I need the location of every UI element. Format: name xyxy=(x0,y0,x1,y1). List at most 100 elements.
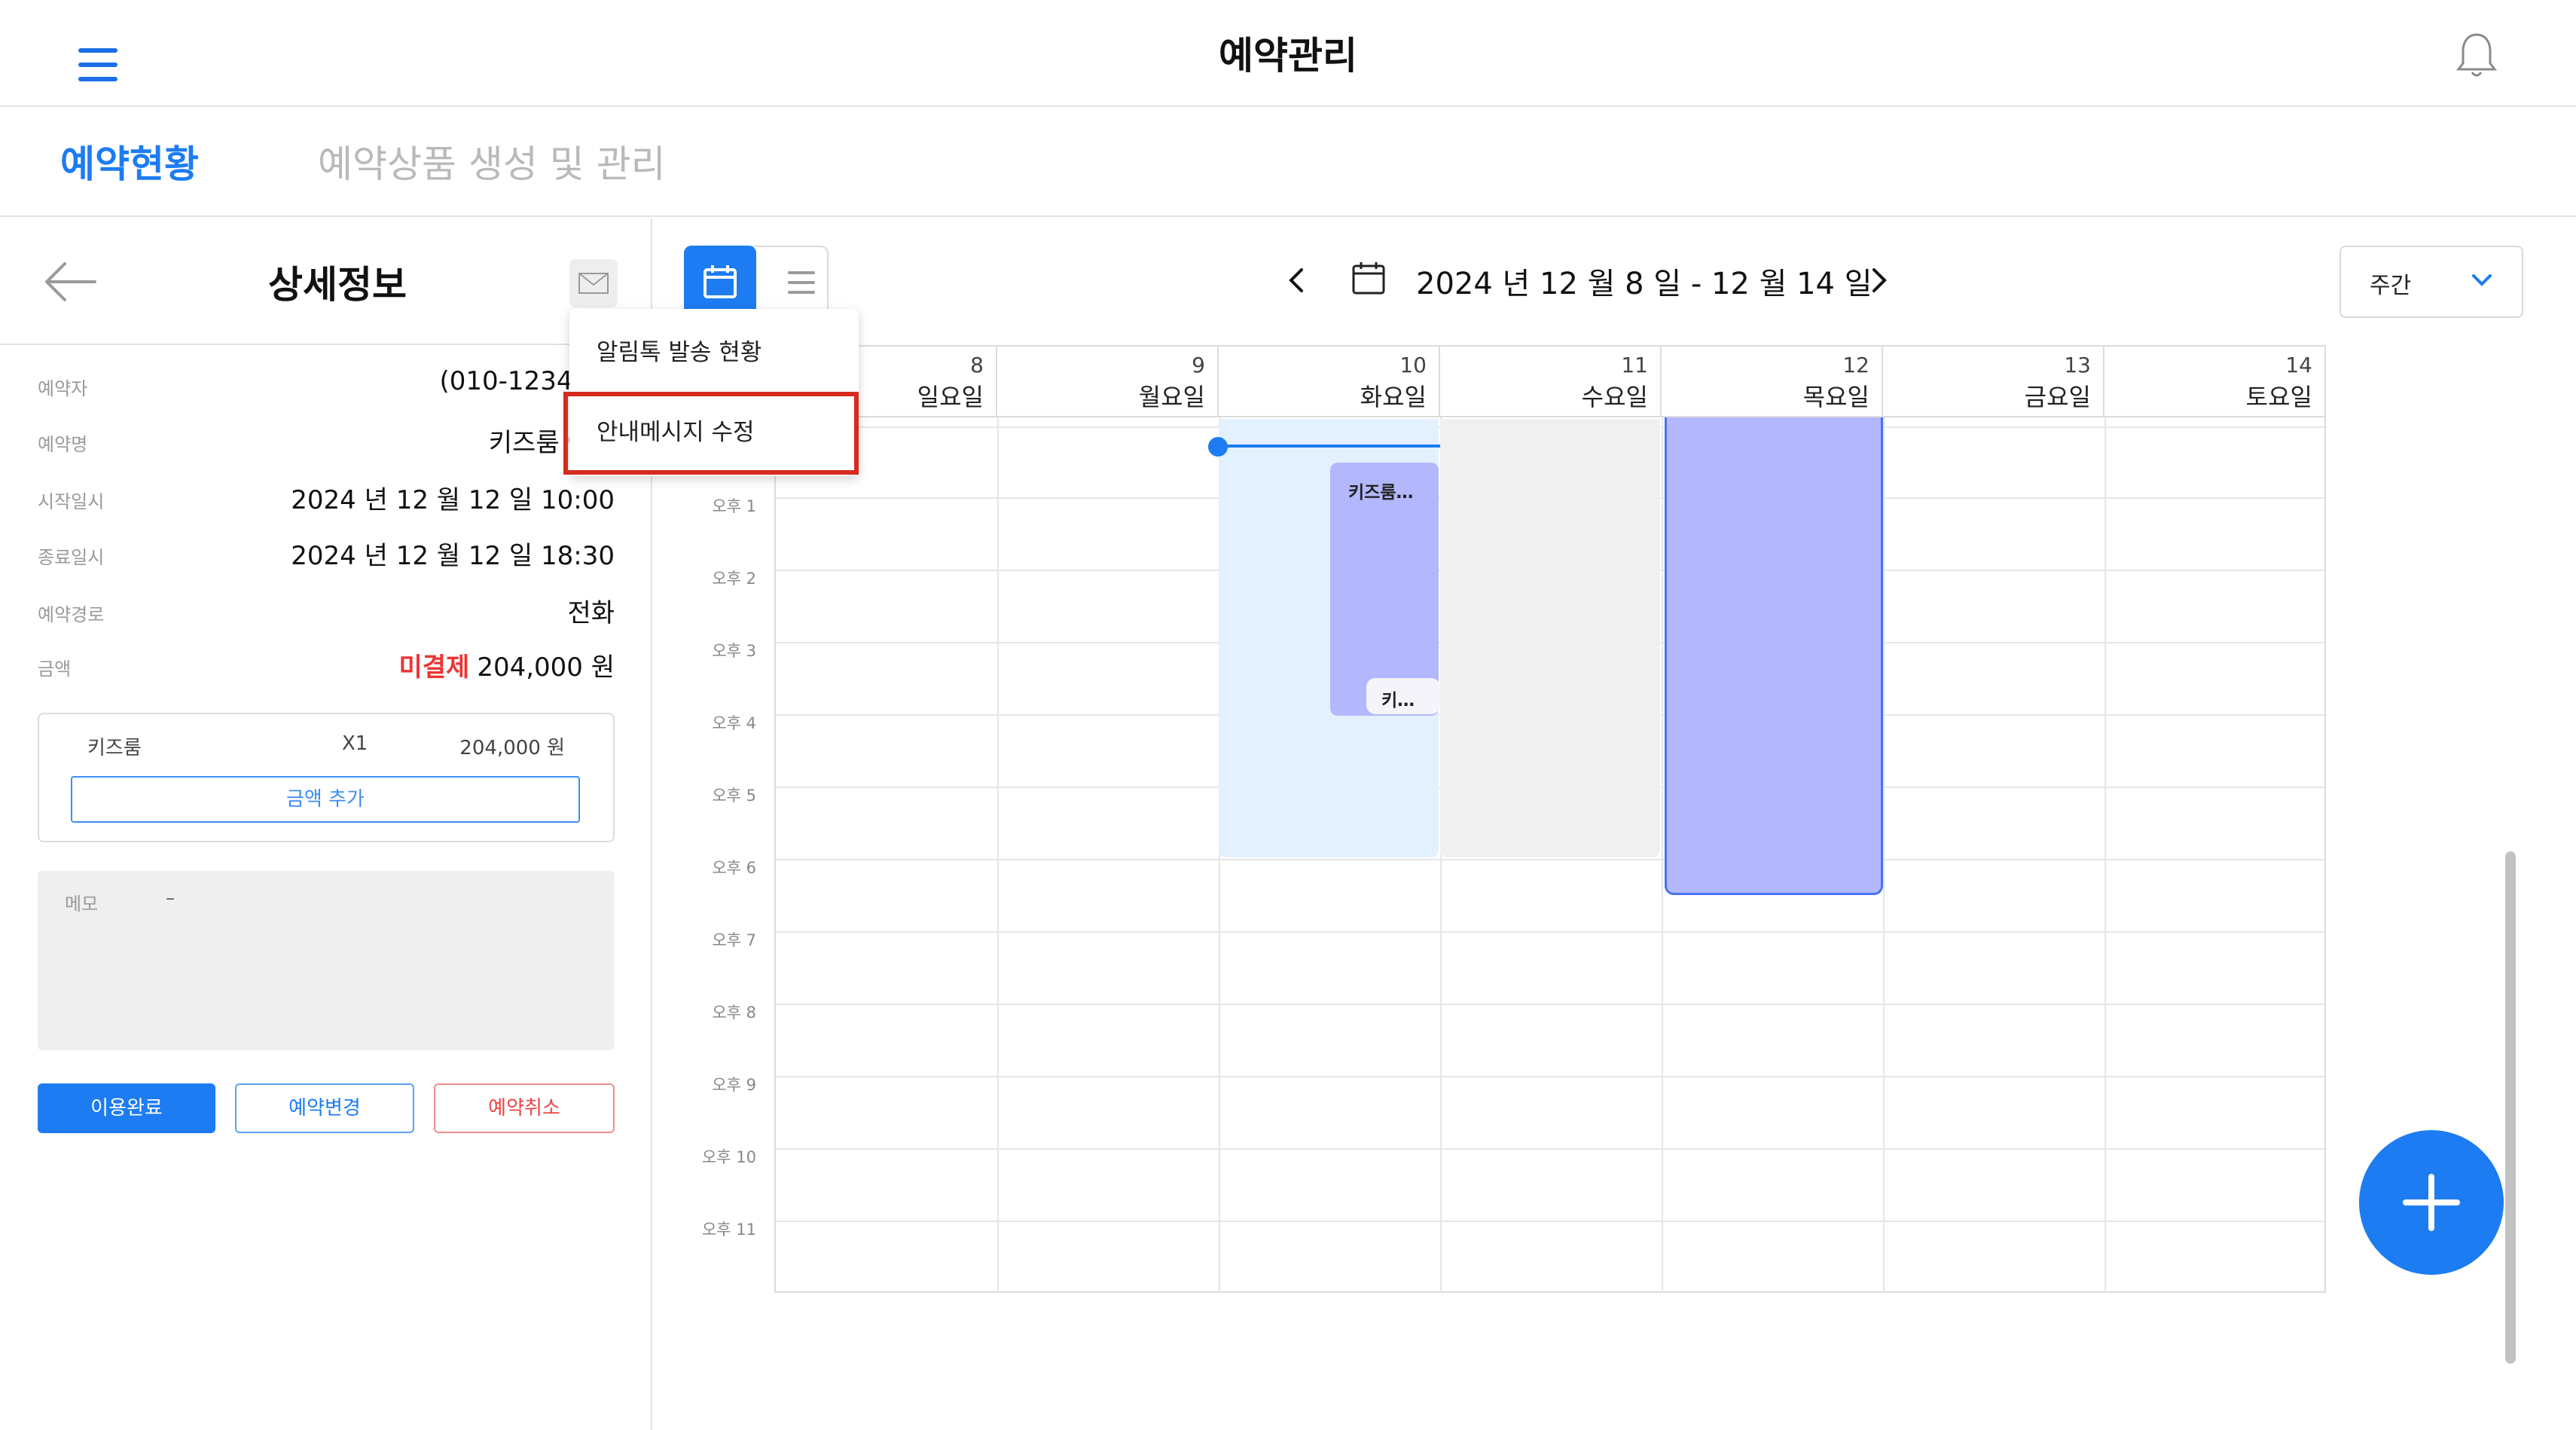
message-dropdown-menu: 알림톡 발송 현황 안내메시지 수정 xyxy=(569,309,859,476)
period-value: 주간 xyxy=(2370,273,2412,299)
day-header-fri[interactable]: 13 금요일 xyxy=(1883,347,2104,417)
list-view-icon[interactable] xyxy=(788,271,815,294)
hour-label: 오후 4 xyxy=(712,714,756,732)
change-reservation-button[interactable]: 예약변경 xyxy=(235,1083,414,1133)
add-reservation-button[interactable] xyxy=(2359,1130,2504,1275)
field-label: 금액 xyxy=(38,658,72,680)
grid-line xyxy=(1883,417,1885,1293)
hour-label: 오후 5 xyxy=(712,787,756,805)
day-header-thu[interactable]: 12 목요일 xyxy=(1662,347,1883,417)
field-amount: 금액 미결제 204,000 원 xyxy=(38,646,615,684)
day-name: 금요일 xyxy=(2024,383,2091,411)
menu-item-edit-guide-message[interactable]: 안내메시지 수정 xyxy=(597,413,755,447)
hour-label: 오후 6 xyxy=(712,859,756,877)
grid-line xyxy=(776,1148,2324,1150)
calendar-icon[interactable] xyxy=(1351,261,1386,295)
menu-item-notification-status[interactable]: 알림톡 발송 현황 xyxy=(597,333,762,367)
app-header: 예약관리 xyxy=(0,0,2576,107)
day-name: 화요일 xyxy=(1360,383,1427,411)
field-reservation-name: 예약명 키즈룸 예약 xyxy=(38,422,615,460)
calendar-header: 8 일요일 9 월요일 10 화요일 11 수요일 12 목요일 13 금요일 … xyxy=(776,347,2326,417)
hour-label: 오후 9 xyxy=(712,1076,756,1094)
amount-value: 204,000 원 xyxy=(477,652,615,683)
day-name: 월요일 xyxy=(1138,383,1205,411)
day-number: 10 xyxy=(1399,353,1427,377)
cancel-reservation-button[interactable]: 예약취소 xyxy=(434,1083,615,1133)
grid-line xyxy=(776,1076,2324,1077)
main-tabs: 예약현황 예약상품 생성 및 관리 xyxy=(0,108,2576,217)
scrollbar[interactable] xyxy=(2505,851,2516,1364)
day-name: 일요일 xyxy=(917,383,984,411)
day-number: 12 xyxy=(1842,353,1869,377)
blocked-time-block xyxy=(1440,419,1660,857)
hour-label: 오후 2 xyxy=(712,570,756,588)
item-list: 키즈룸 X1 204,000 원 금액 추가 xyxy=(38,713,615,842)
item-quantity: X1 xyxy=(342,732,368,755)
day-header-sat[interactable]: 14 토요일 xyxy=(2104,347,2326,417)
day-name: 목요일 xyxy=(1802,383,1869,411)
calendar-icon xyxy=(704,265,737,298)
current-time-line xyxy=(1217,445,1440,448)
payment-status-badge: 미결제 xyxy=(398,652,470,683)
field-label: 예약경로 xyxy=(38,604,105,625)
next-week-icon[interactable] xyxy=(1863,264,1894,297)
field-value: 전화 xyxy=(567,598,615,628)
plus-icon xyxy=(2403,1174,2460,1231)
day-name: 수요일 xyxy=(1581,383,1648,411)
grid-line xyxy=(2104,417,2106,1293)
day-number: 13 xyxy=(2064,353,2091,377)
bell-icon[interactable] xyxy=(2454,30,2499,81)
chevron-down-icon xyxy=(2472,274,2492,286)
prev-week-icon[interactable] xyxy=(1282,264,1312,297)
item-name: 키즈룸 xyxy=(87,737,142,759)
field-start-datetime: 시작일시 2024 년 12 월 12 일 10:00 xyxy=(38,479,615,517)
day-header-tue[interactable]: 10 화요일 xyxy=(1219,347,1440,417)
memo-label: 메모 xyxy=(65,894,99,915)
field-value: 2024 년 12 월 12 일 10:00 xyxy=(291,485,615,515)
event-title: 키즈룸… xyxy=(1348,483,1414,503)
hour-label: 오후 8 xyxy=(712,1004,756,1022)
date-range-label[interactable]: 2024 년 12 월 8 일 - 12 월 14 일 xyxy=(1416,259,1872,303)
selected-reservation-event[interactable] xyxy=(1665,417,1883,895)
memo-box[interactable]: 메모 – xyxy=(38,871,615,1050)
tab-reservation-status[interactable]: 예약현황 xyxy=(60,134,199,188)
calendar-view-button[interactable] xyxy=(684,246,756,318)
field-channel: 예약경로 전화 xyxy=(38,592,615,630)
hour-label: 오후 3 xyxy=(712,642,756,660)
hour-label: 오후 1 xyxy=(712,497,756,515)
hour-label: 오후 11 xyxy=(701,1221,756,1239)
day-number: 14 xyxy=(2285,353,2312,377)
hour-label: 오후 10 xyxy=(701,1148,756,1166)
reservation-event[interactable]: 키즈룸… 키… xyxy=(1330,463,1440,716)
field-label: 시작일시 xyxy=(38,491,105,512)
day-number: 11 xyxy=(1621,353,1648,377)
event-chip-label: 키… xyxy=(1381,691,1415,710)
grid-line xyxy=(1662,417,1663,1293)
grid-line xyxy=(776,859,2324,860)
view-toggle xyxy=(684,246,829,318)
detail-panel: 상세정보 예약자 (010-1234-56 예약명 키즈룸 예약 시작일시 20… xyxy=(0,218,652,1430)
add-amount-button[interactable]: 금액 추가 xyxy=(71,776,580,823)
day-number: 9 xyxy=(1192,353,1205,377)
event-chip[interactable]: 키… xyxy=(1366,678,1440,714)
day-header-mon[interactable]: 9 월요일 xyxy=(997,347,1219,417)
grid-line xyxy=(776,1004,2324,1005)
grid-line xyxy=(776,931,2324,933)
memo-value: – xyxy=(166,888,175,909)
field-booker: 예약자 (010-1234-56 xyxy=(38,366,615,404)
grid-line xyxy=(776,1221,2324,1222)
day-name: 토요일 xyxy=(2245,383,2312,411)
period-select[interactable]: 주간 xyxy=(2339,246,2523,318)
field-label: 종료일시 xyxy=(38,547,105,568)
day-header-wed[interactable]: 11 수요일 xyxy=(1440,347,1662,417)
item-price: 204,000 원 xyxy=(459,737,565,759)
current-time-dot xyxy=(1208,437,1228,457)
field-end-datetime: 종료일시 2024 년 12 월 12 일 18:30 xyxy=(38,535,615,573)
hour-label: 오후 7 xyxy=(712,931,756,949)
field-label: 예약명 xyxy=(38,434,88,455)
message-button[interactable] xyxy=(569,259,618,307)
complete-button[interactable]: 이용완료 xyxy=(38,1083,215,1133)
page-title: 예약관리 xyxy=(1219,34,1357,78)
tab-product-management[interactable]: 예약상품 생성 및 관리 xyxy=(318,134,666,188)
detail-header: 상세정보 xyxy=(0,218,651,345)
